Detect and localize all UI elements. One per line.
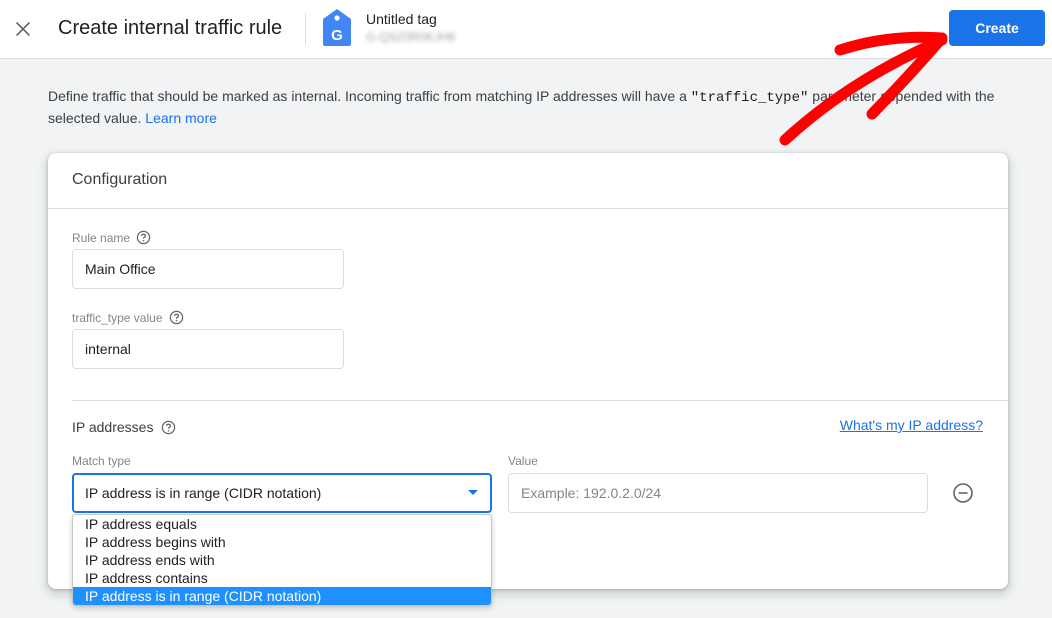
section-divider — [72, 400, 1008, 401]
remove-circle-icon[interactable] — [952, 482, 974, 504]
header-divider — [305, 13, 306, 45]
help-icon[interactable] — [169, 310, 184, 325]
card-title: Configuration — [48, 153, 1008, 209]
match-type-dropdown-list: IP address equals IP address begins with… — [72, 514, 492, 606]
tag-name: Untitled tag — [366, 11, 437, 27]
dropdown-option-equals[interactable]: IP address equals — [73, 515, 491, 533]
dropdown-option-begins-with[interactable]: IP address begins with — [73, 533, 491, 551]
description-text: Define traffic that should be marked as … — [48, 88, 691, 104]
whats-my-ip-link[interactable]: What's my IP address? — [840, 417, 983, 433]
dropdown-option-cidr-range[interactable]: IP address is in range (CIDR notation) — [73, 587, 491, 605]
match-type-select[interactable]: IP address is in range (CIDR notation) — [72, 473, 492, 513]
match-type-selected-value: IP address is in range (CIDR notation) — [85, 485, 322, 501]
match-type-label: Match type — [72, 454, 131, 468]
ip-value-input[interactable] — [508, 473, 928, 513]
google-tag-icon: G — [323, 9, 351, 46]
rule-name-label-text: Rule name — [72, 230, 131, 245]
description-code: "traffic_type" — [690, 90, 809, 106]
ip-addresses-title: IP addresses — [72, 419, 154, 435]
tag-id: G-QSZ0R0KJH8 — [366, 30, 456, 44]
rule-name-label: Rule name — [72, 230, 151, 245]
top-bar: Create internal traffic rule G Untitled … — [0, 0, 1052, 59]
page-description: Define traffic that should be marked as … — [48, 86, 1008, 128]
dropdown-option-contains[interactable]: IP address contains — [73, 569, 491, 587]
traffic-type-input[interactable] — [72, 329, 344, 369]
ip-addresses-heading: IP addresses — [72, 419, 176, 435]
traffic-type-label-text: traffic_type value — [72, 310, 163, 325]
rule-name-input[interactable] — [72, 249, 344, 289]
value-label: Value — [508, 454, 538, 468]
help-icon[interactable] — [136, 230, 151, 245]
dropdown-arrow-icon — [468, 490, 478, 495]
create-button[interactable]: Create — [949, 10, 1045, 46]
svg-text:G: G — [331, 27, 343, 44]
help-icon[interactable] — [161, 420, 176, 435]
page-title: Create internal traffic rule — [58, 17, 283, 39]
close-icon[interactable] — [12, 18, 34, 40]
traffic-type-label: traffic_type value — [72, 310, 184, 325]
learn-more-link[interactable]: Learn more — [145, 110, 217, 126]
dropdown-option-ends-with[interactable]: IP address ends with — [73, 551, 491, 569]
